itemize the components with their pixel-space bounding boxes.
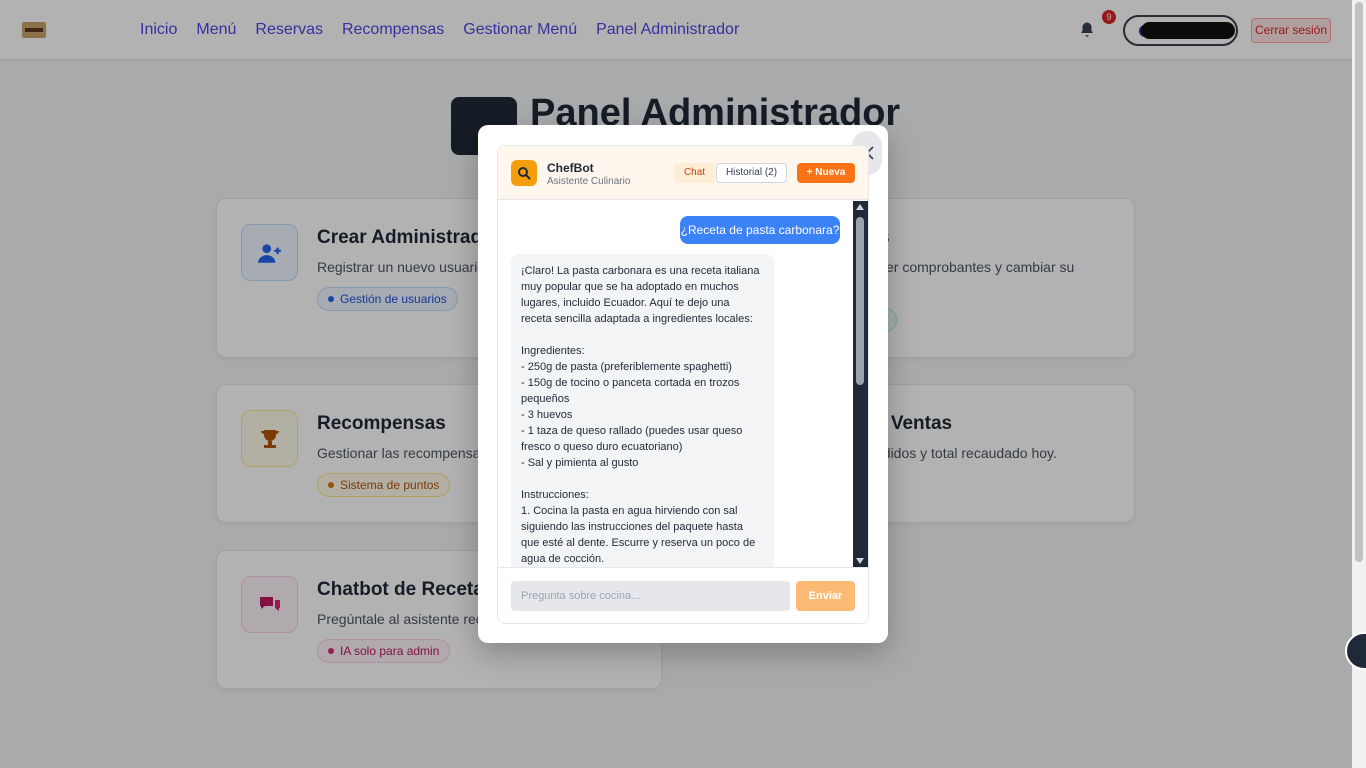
bot-message: ¡Claro! La pasta carbonara es una receta… [511,254,774,567]
chat-messages: ¿Receta de pasta carbonara? ¡Claro! La p… [498,201,853,567]
tab-chat[interactable]: Chat [674,163,715,183]
chat-scrollbar-thumb[interactable] [856,217,864,385]
chat-input[interactable] [511,581,790,611]
user-message: ¿Receta de pasta carbonara? [680,216,840,244]
send-button[interactable]: Enviar [796,581,855,611]
page-scrollbar-thumb[interactable] [1355,2,1363,562]
scroll-down-arrow-icon[interactable] [856,558,864,564]
scroll-up-arrow-icon[interactable] [856,204,864,210]
chat-scrollbar[interactable] [853,201,868,567]
chefbot-avatar-icon [511,160,537,186]
bot-subtitle: Asistente Culinario [547,176,631,187]
chat-footer: Enviar [498,567,868,623]
chat-window: ChefBot Asistente Culinario Chat Histori… [497,145,869,624]
new-chat-button[interactable]: + Nueva [797,163,855,183]
chat-header: ChefBot Asistente Culinario Chat Histori… [498,146,868,200]
bot-name: ChefBot [547,161,594,175]
tab-history[interactable]: Historial (2) [716,163,787,183]
